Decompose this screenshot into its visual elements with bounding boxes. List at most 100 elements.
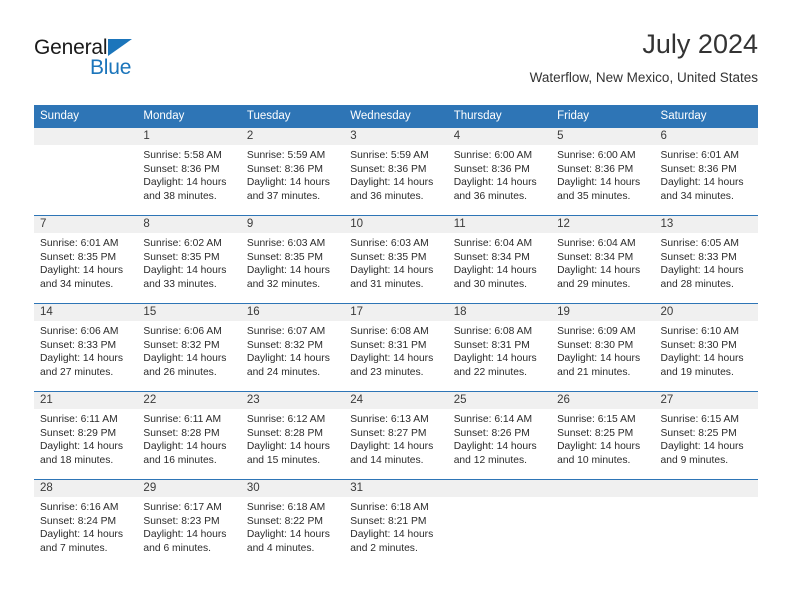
sunrise-text: Sunrise: 6:17 AM [143,502,222,513]
daylight-text: Daylight: 14 hours and 26 minutes. [143,353,227,378]
sunrise-text: Sunrise: 6:16 AM [40,502,119,513]
day-details: Sunrise: 6:00 AM Sunset: 8:36 PM Daylight:… [448,145,551,203]
daylight-text: Daylight: 14 hours and 9 minutes. [660,441,744,466]
calendar-day-cell[interactable]: 20 Sunrise: 6:10 AM Sunset: 8:30 PM Dayligh… [654,303,758,392]
day-details: Sunrise: 6:18 AM Sunset: 8:21 PM Daylight:… [344,497,447,555]
logo-text-blue: Blue [90,56,132,79]
day-number: 5 [551,128,655,145]
day-details: Sunrise: 5:58 AM Sunset: 8:36 PM Daylight:… [137,145,240,203]
sunset-text: Sunset: 8:33 PM [40,339,117,351]
sunrise-text: Sunrise: 6:06 AM [40,326,119,337]
calendar-day-cell[interactable]: 1 Sunrise: 5:58 AM Sunset: 8:36 PM Daylight… [137,127,241,216]
day-number: 24 [344,392,448,409]
calendar-day-cell[interactable]: 4 Sunrise: 6:00 AM Sunset: 8:36 PM Daylight… [447,127,552,216]
sunrise-text: Sunrise: 6:04 AM [557,238,636,249]
calendar-day-cell[interactable]: 9 Sunrise: 6:03 AM Sunset: 8:35 PM Daylight… [240,215,345,304]
sunrise-text: Sunrise: 5:58 AM [143,150,222,161]
daylight-text: Daylight: 14 hours and 15 minutes. [246,441,330,466]
calendar-day-cell[interactable]: 16 Sunrise: 6:07 AM Sunset: 8:32 PM Dayligh… [240,303,345,392]
daylight-text: Daylight: 14 hours and 24 minutes. [246,353,330,378]
day-details: Sunrise: 6:15 AM Sunset: 8:25 PM Daylight:… [655,409,758,467]
day-number: 29 [137,480,241,497]
calendar-day-cell[interactable]: 25 Sunrise: 6:14 AM Sunset: 8:26 PM Dayligh… [447,391,552,480]
calendar-day-cell[interactable]: 15 Sunrise: 6:06 AM Sunset: 8:32 PM Dayligh… [137,303,241,392]
calendar-day-cell[interactable]: 21 Sunrise: 6:11 AM Sunset: 8:29 PM Dayligh… [34,391,138,480]
daylight-text: Daylight: 14 hours and 32 minutes. [246,265,330,290]
day-number [34,128,138,145]
sunset-text: Sunset: 8:29 PM [40,427,117,439]
sunset-text: Sunset: 8:25 PM [557,427,634,439]
sunset-text: Sunset: 8:36 PM [557,163,634,175]
day-number: 21 [34,392,138,409]
day-details: Sunrise: 6:04 AM Sunset: 8:34 PM Daylight:… [551,233,654,291]
day-details: Sunrise: 6:08 AM Sunset: 8:31 PM Daylight:… [448,321,551,379]
calendar-day-cell[interactable]: 5 Sunrise: 6:00 AM Sunset: 8:36 PM Daylight… [551,127,655,216]
sunrise-text: Sunrise: 6:02 AM [143,238,222,249]
calendar-day-cell[interactable]: 23 Sunrise: 6:12 AM Sunset: 8:28 PM Dayligh… [240,391,345,480]
calendar-day-cell[interactable]: 3 Sunrise: 5:59 AM Sunset: 8:36 PM Daylight… [344,127,448,216]
day-number: 17 [344,304,448,321]
calendar-day-cell[interactable]: 26 Sunrise: 6:15 AM Sunset: 8:25 PM Dayligh… [551,391,655,480]
sunrise-text: Sunrise: 6:09 AM [557,326,636,337]
sunrise-text: Sunrise: 6:18 AM [350,502,429,513]
calendar-week-row: 1 Sunrise: 5:58 AM Sunset: 8:36 PM Daylight… [34,127,758,216]
sunrise-text: Sunrise: 6:18 AM [246,502,326,513]
calendar-day-cell[interactable]: 6 Sunrise: 6:01 AM Sunset: 8:36 PM Daylight… [654,127,758,216]
calendar-day-cell[interactable]: 18 Sunrise: 6:08 AM Sunset: 8:31 PM Dayligh… [447,303,552,392]
sunset-text: Sunset: 8:35 PM [246,251,323,263]
calendar-day-cell[interactable]: 19 Sunrise: 6:09 AM Sunset: 8:30 PM Dayligh… [551,303,655,392]
calendar-day-cell[interactable]: 28 Sunrise: 6:16 AM Sunset: 8:24 PM Dayligh… [34,479,138,568]
calendar-day-cell[interactable]: 10 Sunrise: 6:03 AM Sunset: 8:35 PM Dayligh… [344,215,448,304]
calendar-day-cell[interactable]: 27 Sunrise: 6:15 AM Sunset: 8:25 PM Dayligh… [654,391,758,480]
day-details: Sunrise: 6:11 AM Sunset: 8:29 PM Daylight:… [34,409,137,467]
day-number: 16 [240,304,345,321]
sunrise-text: Sunrise: 5:59 AM [350,150,429,161]
sunrise-text: Sunrise: 6:00 AM [557,150,636,161]
calendar-day-cell[interactable]: 13 Sunrise: 6:05 AM Sunset: 8:33 PM Dayligh… [654,215,758,304]
weekday-header-monday: Monday [137,105,241,128]
sunset-text: Sunset: 8:35 PM [143,251,220,263]
calendar-day-cell[interactable]: 7 Sunrise: 6:01 AM Sunset: 8:35 PM Daylight… [34,215,138,304]
general-blue-logo[interactable]: General Blue [34,36,164,84]
calendar-day-cell[interactable]: 8 Sunrise: 6:02 AM Sunset: 8:35 PM Daylight… [137,215,241,304]
day-details: Sunrise: 6:15 AM Sunset: 8:25 PM Daylight:… [551,409,654,467]
day-number: 30 [240,480,345,497]
day-details: Sunrise: 6:05 AM Sunset: 8:33 PM Daylight:… [655,233,758,291]
calendar-day-cell[interactable]: 17 Sunrise: 6:08 AM Sunset: 8:31 PM Dayligh… [344,303,448,392]
day-number: 26 [551,392,655,409]
day-number: 22 [137,392,241,409]
daylight-text: Daylight: 14 hours and 29 minutes. [557,265,641,290]
day-number: 18 [447,304,552,321]
sunrise-text: Sunrise: 6:06 AM [143,326,222,337]
daylight-text: Daylight: 14 hours and 7 minutes. [40,529,123,554]
day-number [551,480,655,497]
calendar-day-cell[interactable]: 11 Sunrise: 6:04 AM Sunset: 8:34 PM Dayligh… [447,215,552,304]
day-number [447,480,552,497]
sunset-text: Sunset: 8:36 PM [453,163,530,175]
calendar-day-cell[interactable]: 22 Sunrise: 6:11 AM Sunset: 8:28 PM Dayligh… [137,391,241,480]
weekday-header-friday: Friday [551,105,655,128]
calendar-day-cell[interactable]: 24 Sunrise: 6:13 AM Sunset: 8:27 PM Dayligh… [344,391,448,480]
calendar-day-cell[interactable]: 30 Sunrise: 6:18 AM Sunset: 8:22 PM Dayligh… [240,479,345,568]
calendar-day-cell[interactable]: 29 Sunrise: 6:17 AM Sunset: 8:23 PM Dayligh… [137,479,241,568]
sunrise-text: Sunrise: 6:03 AM [246,238,326,249]
calendar-body: 1 Sunrise: 5:58 AM Sunset: 8:36 PM Daylight… [34,127,758,568]
calendar-day-cell[interactable]: 14 Sunrise: 6:06 AM Sunset: 8:33 PM Dayligh… [34,303,138,392]
sunset-text: Sunset: 8:31 PM [453,339,530,351]
sunrise-text: Sunrise: 6:03 AM [350,238,429,249]
daylight-text: Daylight: 14 hours and 31 minutes. [350,265,434,290]
page-header: General Blue July 2024 Waterflow, New Me… [34,28,758,100]
calendar-week-row: 28 Sunrise: 6:16 AM Sunset: 8:24 PM Dayligh… [34,479,758,568]
calendar-day-cell[interactable]: 2 Sunrise: 5:59 AM Sunset: 8:36 PM Daylight… [240,127,345,216]
sunset-text: Sunset: 8:22 PM [246,515,323,527]
day-number: 6 [654,128,758,145]
weekday-header-tuesday: Tuesday [240,105,345,128]
calendar-day-cell[interactable]: 31 Sunrise: 6:18 AM Sunset: 8:21 PM Dayligh… [344,479,448,568]
calendar-day-cell[interactable]: 12 Sunrise: 6:04 AM Sunset: 8:34 PM Dayligh… [551,215,655,304]
sunset-text: Sunset: 8:27 PM [350,427,427,439]
calendar-empty-cell [551,479,655,568]
sunrise-text: Sunrise: 6:15 AM [557,414,636,425]
day-number: 28 [34,480,138,497]
sunset-text: Sunset: 8:35 PM [40,251,117,263]
sunset-text: Sunset: 8:25 PM [660,427,737,439]
